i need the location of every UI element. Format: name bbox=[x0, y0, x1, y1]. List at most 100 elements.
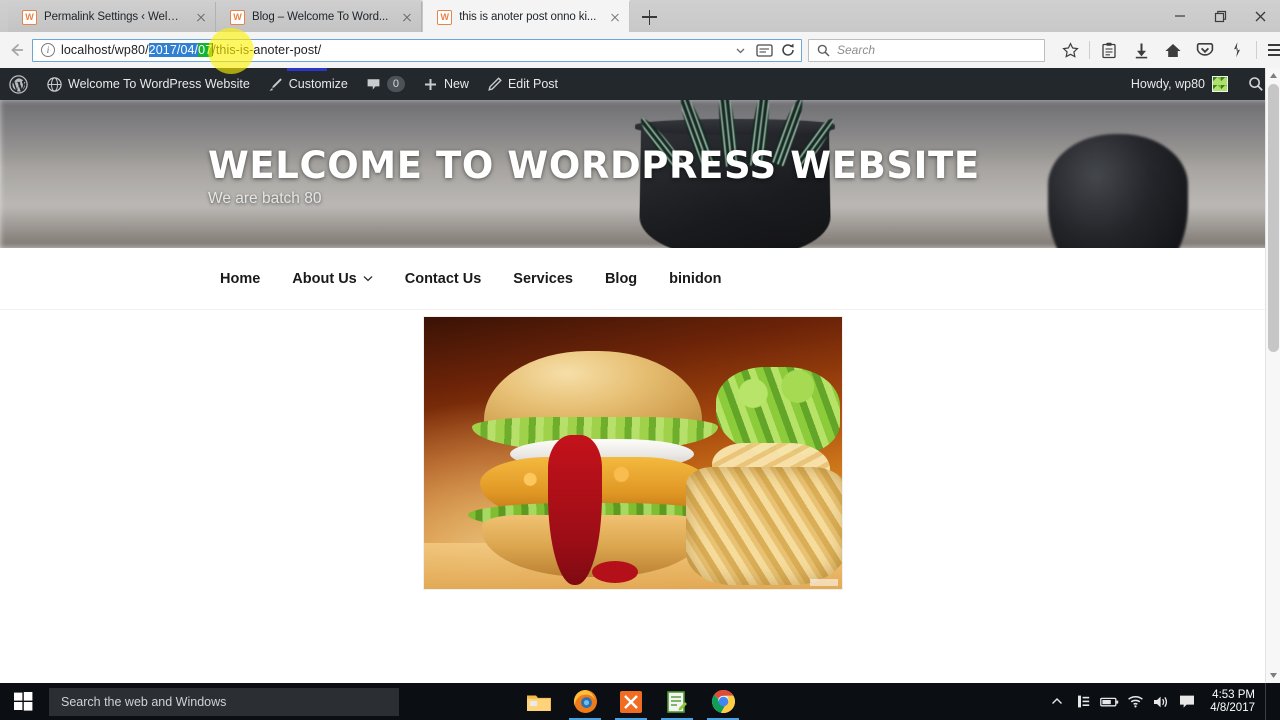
browser-tab-permalink-settings[interactable]: W Permalink Settings ‹ Welc... bbox=[8, 2, 216, 32]
close-icon[interactable] bbox=[193, 9, 209, 25]
site-title: WELCOME TO WORDPRESS WEBSITE bbox=[208, 144, 980, 187]
action-center-icon[interactable] bbox=[1176, 683, 1198, 720]
chevron-down-icon bbox=[363, 275, 373, 282]
scroll-up-arrow[interactable] bbox=[1266, 68, 1280, 83]
pocket-icon[interactable] bbox=[1190, 36, 1220, 64]
sync-icon[interactable] bbox=[1222, 36, 1252, 64]
back-button[interactable] bbox=[8, 37, 26, 63]
pencil-icon bbox=[487, 76, 502, 92]
site-info-icon[interactable]: i bbox=[41, 43, 55, 57]
search-icon bbox=[817, 44, 830, 57]
site-primary-navigation: Home About Us Contact Us Services Blog b… bbox=[0, 248, 1280, 310]
taskbar-clock[interactable]: 4:53 PM 4/8/2017 bbox=[1202, 689, 1261, 715]
browser-tab-blog[interactable]: W Blog – Welcome To Word... bbox=[216, 2, 423, 32]
home-icon[interactable] bbox=[1158, 36, 1188, 64]
taskbar-search-placeholder: Search the web and Windows bbox=[61, 694, 227, 709]
nav-item-home[interactable]: Home bbox=[204, 271, 276, 287]
file-explorer-icon[interactable] bbox=[517, 683, 561, 720]
url-selected-year-month: 2017/04/ bbox=[148, 43, 199, 57]
reader-view-icon[interactable] bbox=[753, 40, 775, 61]
minimize-button[interactable] bbox=[1160, 0, 1200, 32]
comments-count: 0 bbox=[386, 76, 405, 92]
nav-label: Contact Us bbox=[404, 270, 482, 287]
admin-bar-edit-post[interactable]: Edit Post bbox=[478, 68, 567, 100]
taskbar-search-box[interactable]: Search the web and Windows bbox=[49, 687, 399, 716]
close-icon[interactable] bbox=[607, 9, 623, 25]
lettuce-garnish bbox=[716, 367, 840, 455]
nav-item-blog[interactable]: Blog bbox=[589, 271, 653, 287]
window-controls bbox=[1160, 0, 1280, 32]
xampp-icon[interactable] bbox=[609, 683, 653, 720]
bookmark-star-icon[interactable] bbox=[1055, 36, 1085, 64]
restore-button[interactable] bbox=[1200, 0, 1240, 32]
clock-time: 4:53 PM bbox=[1212, 688, 1255, 701]
menu-icon[interactable] bbox=[1261, 36, 1280, 64]
nav-item-binidon[interactable]: binidon bbox=[653, 271, 737, 287]
toolbar-divider bbox=[1256, 41, 1257, 59]
close-icon[interactable] bbox=[399, 9, 415, 25]
image-watermark bbox=[810, 579, 838, 586]
start-button[interactable] bbox=[0, 683, 47, 720]
close-button[interactable] bbox=[1240, 0, 1280, 32]
library-icon[interactable] bbox=[1094, 36, 1124, 64]
admin-bar-left: Welcome To WordPress Website Customize 0… bbox=[0, 68, 567, 100]
wordpress-admin-bar: Welcome To WordPress Website Customize 0… bbox=[0, 68, 1280, 100]
clock-date: 4/8/2017 bbox=[1210, 701, 1255, 714]
tab-title: Blog – Welcome To Word... bbox=[252, 11, 389, 23]
chevron-down-icon[interactable] bbox=[729, 40, 751, 61]
search-icon bbox=[1248, 76, 1264, 92]
tab-title: Permalink Settings ‹ Welc... bbox=[44, 11, 182, 23]
url-prefix: localhost/wp80/ bbox=[61, 43, 149, 57]
nav-item-contact-us[interactable]: Contact Us bbox=[389, 271, 498, 287]
wifi-icon[interactable] bbox=[1124, 683, 1146, 720]
scrollbar-thumb[interactable] bbox=[1268, 84, 1279, 352]
admin-bar-new[interactable]: New bbox=[414, 68, 478, 100]
wordpress-favicon: W bbox=[22, 9, 37, 25]
url-text: localhost/wp80/2017/04/07/this-is-anoter… bbox=[61, 43, 723, 57]
selection-marker bbox=[287, 68, 327, 71]
battery-icon[interactable] bbox=[1098, 683, 1120, 720]
notepad-plus-plus-icon[interactable] bbox=[655, 683, 699, 720]
admin-bar-site-name[interactable]: Welcome To WordPress Website bbox=[38, 68, 259, 100]
wordpress-favicon: W bbox=[437, 9, 453, 25]
downloads-icon[interactable] bbox=[1126, 36, 1156, 64]
wordpress-logo-icon bbox=[9, 74, 28, 94]
url-selected-day: 07 bbox=[198, 43, 213, 57]
post-featured-image bbox=[423, 316, 843, 590]
chrome-icon[interactable] bbox=[701, 683, 745, 720]
post-content bbox=[0, 310, 1280, 590]
nav-label: binidon bbox=[669, 270, 722, 287]
ketchup-blob bbox=[592, 561, 638, 583]
firefox-icon[interactable] bbox=[563, 683, 607, 720]
toolbar-divider bbox=[1089, 41, 1090, 59]
firefox-browser-window: W Permalink Settings ‹ Welc... W Blog – … bbox=[0, 0, 1280, 683]
site-home-icon bbox=[47, 76, 62, 92]
show-hidden-icons[interactable] bbox=[1046, 683, 1068, 720]
site-tagline: We are batch 80 bbox=[208, 190, 322, 207]
plus-icon bbox=[423, 77, 438, 92]
reload-icon[interactable] bbox=[777, 40, 799, 61]
nav-item-services[interactable]: Services bbox=[497, 271, 589, 287]
volume-icon[interactable] bbox=[1150, 683, 1172, 720]
url-bar[interactable]: i localhost/wp80/2017/04/07/this-is-anot… bbox=[32, 38, 802, 62]
browser-tab-this-is-anoter-post[interactable]: W this is anoter post onno ki... bbox=[422, 0, 631, 32]
admin-bar-comments[interactable]: 0 bbox=[357, 68, 414, 100]
nav-label: Services bbox=[513, 270, 573, 287]
admin-bar-my-account[interactable]: Howdy, wp80 bbox=[1123, 76, 1236, 92]
show-desktop-button[interactable] bbox=[1265, 683, 1272, 720]
new-label: New bbox=[443, 77, 469, 91]
app-tray-icon[interactable] bbox=[1072, 683, 1094, 720]
admin-bar-right: Howdy, wp80 bbox=[1123, 68, 1280, 100]
site-header-hero: WELCOME TO WORDPRESS WEBSITE We are batc… bbox=[0, 100, 1280, 248]
new-tab-button[interactable] bbox=[634, 2, 664, 32]
page-viewport: Welcome To WordPress Website Customize 0… bbox=[0, 68, 1280, 683]
navigation-toolbar: i localhost/wp80/2017/04/07/this-is-anot… bbox=[0, 32, 1280, 68]
scroll-down-arrow[interactable] bbox=[1266, 668, 1280, 683]
search-input[interactable]: Search bbox=[837, 43, 875, 57]
nav-item-about-us[interactable]: About Us bbox=[276, 271, 388, 287]
paintbrush-icon bbox=[268, 77, 283, 92]
search-bar[interactable]: Search bbox=[808, 38, 1045, 62]
admin-bar-customize[interactable]: Customize bbox=[259, 68, 357, 100]
page-scrollbar[interactable] bbox=[1265, 68, 1280, 683]
admin-bar-wordpress-logo[interactable] bbox=[0, 68, 38, 100]
